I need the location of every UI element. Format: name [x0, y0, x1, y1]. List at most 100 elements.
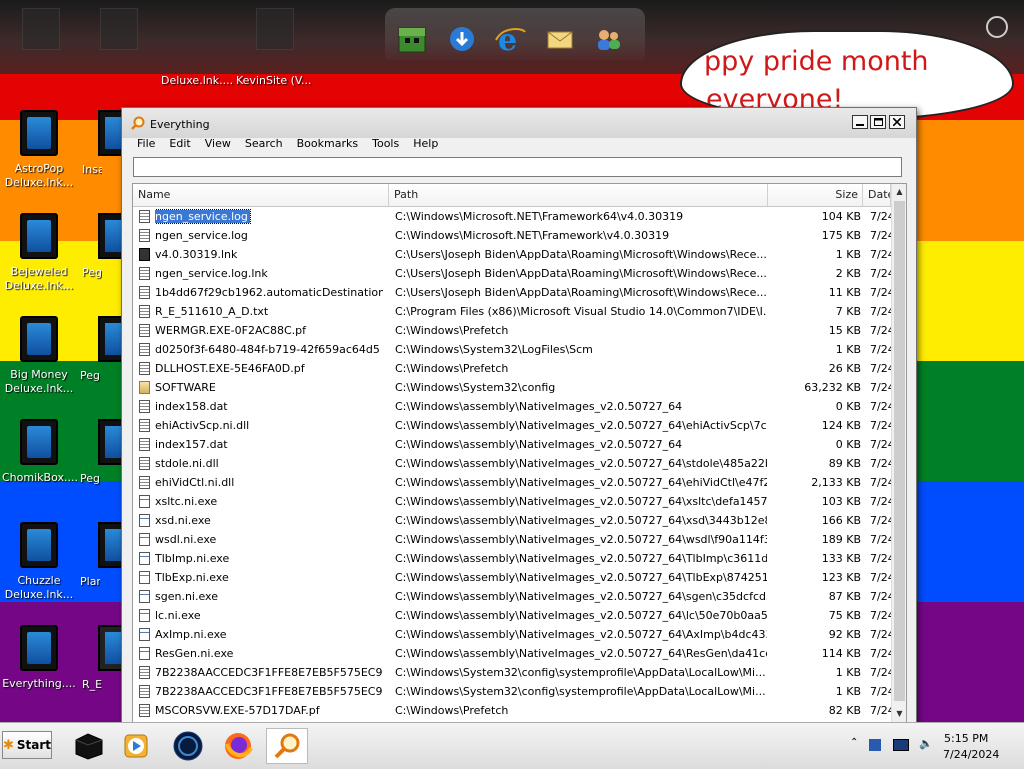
table-row[interactable]: ResGen.ni.exe C:\Windows\assembly\NativeI…	[133, 644, 906, 663]
table-row[interactable]: MSCORSVW.EXE-57D17DAF.pf C:\Windows\Prefe…	[133, 701, 906, 720]
table-row[interactable]: AxImp.ni.exe C:\Windows\assembly\NativeIm…	[133, 625, 906, 644]
menu-view[interactable]: View	[198, 136, 238, 154]
title-bar[interactable]: Everything	[122, 108, 916, 138]
cell-name: stdole.ni.dll	[155, 457, 219, 470]
cell-date: 7/24	[870, 704, 892, 717]
table-row[interactable]: v4.0.30319.lnk C:\Users\Joseph Biden\AppD…	[133, 245, 906, 264]
desktop-icon[interactable]: Chuzzle Deluxe.lnk...	[2, 522, 76, 602]
desktop-icon-label: ChomikBox....	[2, 471, 78, 484]
close-button[interactable]	[889, 115, 905, 129]
table-row[interactable]: ngen_service.log.lnk C:\Users\Joseph Bide…	[133, 264, 906, 283]
table-row[interactable]: index157.dat C:\Windows\assembly\NativeIm…	[133, 435, 906, 454]
cell-size: 1 KB	[835, 685, 861, 698]
mail-icon[interactable]	[543, 22, 577, 56]
terminal-icon[interactable]	[70, 728, 106, 764]
cell-name: ehiActivScp.ni.dll	[155, 419, 250, 432]
maximize-button[interactable]	[870, 115, 886, 129]
cell-path: C:\Windows\assembly\NativeImages_v2.0.50…	[395, 571, 767, 584]
table-row[interactable]: d0250f3f-6480-484f-b719-42f659ac64d5 C:\W…	[133, 340, 906, 359]
cell-name: AxImp.ni.exe	[155, 628, 227, 641]
scroll-up-arrow-icon[interactable]: ▲	[892, 184, 906, 199]
internet-explorer-icon[interactable]: e	[493, 22, 527, 56]
network-share-icon[interactable]	[869, 739, 881, 751]
table-row[interactable]: xsd.ni.exe C:\Windows\assembly\NativeImag…	[133, 511, 906, 530]
clock-date[interactable]: 7/24/2024	[943, 748, 999, 761]
cell-size: 114 KB	[821, 647, 861, 660]
table-row[interactable]: WERMGR.EXE-0F2AC88C.pf C:\Windows\Prefetc…	[133, 321, 906, 340]
minecraft-icon[interactable]	[395, 22, 429, 56]
show-hidden-icons-icon[interactable]: ⌃	[850, 737, 858, 748]
top-bar-menu-icon[interactable]	[986, 16, 1008, 38]
internet-download-icon[interactable]	[445, 22, 479, 56]
menu-help[interactable]: Help	[406, 136, 445, 154]
menu-edit[interactable]: Edit	[162, 136, 197, 154]
menu-file[interactable]: File	[130, 136, 162, 154]
table-row[interactable]: index158.dat C:\Windows\assembly\NativeIm…	[133, 397, 906, 416]
table-row[interactable]: xsltc.ni.exe C:\Windows\assembly\NativeIm…	[133, 492, 906, 511]
cell-name: MSCORSVW.EXE-57D17DAF.pf	[155, 704, 320, 717]
column-header-name[interactable]: Name	[133, 184, 389, 206]
table-row[interactable]: R_E_511610_A_D.txt C:\Program Files (x86)…	[133, 302, 906, 321]
scroll-thumb[interactable]	[894, 201, 905, 701]
table-row[interactable]: stdole.ni.dll C:\Windows\assembly\NativeI…	[133, 454, 906, 473]
start-button[interactable]: ✱ Start	[2, 731, 52, 759]
minimize-button[interactable]	[852, 115, 868, 129]
column-header-size[interactable]: Size	[768, 184, 863, 206]
column-header-path[interactable]: Path	[389, 184, 768, 206]
table-row[interactable]: SOFTWARE C:\Windows\System32\config 63,232…	[133, 378, 906, 397]
desktop-icon-label: Chuzzle Deluxe.lnk...	[4, 574, 74, 601]
table-row[interactable]: TlbImp.ni.exe C:\Windows\assembly\NativeI…	[133, 549, 906, 568]
table-row[interactable]: ngen_service.log C:\Windows\Microsoft.NET…	[133, 226, 906, 245]
desktop-icon[interactable]: ChomikBox....	[2, 419, 78, 485]
table-row[interactable]: TlbExp.ni.exe C:\Windows\assembly\NativeI…	[133, 568, 906, 587]
everything-search-icon[interactable]	[266, 728, 308, 764]
table-row[interactable]: ngen_service.log C:\Windows\Microsoft.NET…	[133, 207, 906, 226]
results-list[interactable]: Name Path Size Date ngen_service.log C:\W…	[132, 183, 907, 723]
table-row[interactable]: 1b4dd67f29cb1962.automaticDestinations..…	[133, 283, 906, 302]
cell-date: 7/24	[870, 362, 892, 375]
desktop-icon[interactable]: AstroPop Deluxe.lnk...	[2, 110, 76, 190]
column-header-date[interactable]: Date	[863, 184, 891, 206]
volume-icon[interactable]: 🔈	[919, 737, 933, 750]
cell-size: 87 KB	[828, 590, 861, 603]
menu-bookmarks[interactable]: Bookmarks	[290, 136, 365, 154]
table-row[interactable]: sgen.ni.exe C:\Windows\assembly\NativeIma…	[133, 587, 906, 606]
desktop-icon[interactable]: Bejeweled Deluxe.lnk...	[2, 213, 76, 293]
cell-path: C:\Windows\assembly\NativeImages_v2.0.50…	[395, 419, 767, 432]
cell-date: 7/24	[870, 476, 892, 489]
executable-file-icon	[139, 514, 150, 527]
table-row[interactable]: 7B2238AACCEDC3F1FFE8E7EB5F575EC9 C:\Windo…	[133, 663, 906, 682]
menu-tools[interactable]: Tools	[365, 136, 406, 154]
desktop-icon-ghost[interactable]	[256, 8, 294, 50]
cell-size: 26 KB	[828, 362, 861, 375]
table-row[interactable]: ehiActivScp.ni.dll C:\Windows\assembly\Na…	[133, 416, 906, 435]
table-row[interactable]: 7B2238AACCEDC3F1FFE8E7EB5F575EC9 C:\Windo…	[133, 682, 906, 701]
table-row[interactable]: wsdl.ni.exe C:\Windows\assembly\NativeIma…	[133, 530, 906, 549]
desktop-icon-ghost[interactable]	[100, 8, 138, 50]
desktop-icon[interactable]: Everything....	[2, 625, 76, 691]
executable-file-icon	[139, 495, 150, 508]
vertical-scrollbar[interactable]: ▲ ▼	[891, 184, 906, 723]
table-row[interactable]: ehiVidCtl.ni.dll C:\Windows\assembly\Nati…	[133, 473, 906, 492]
cell-name: ngen_service.log	[155, 207, 383, 226]
monitor-icon[interactable]	[893, 739, 909, 751]
cell-date: 7/24	[870, 305, 892, 318]
cell-size: 0 KB	[835, 438, 861, 451]
table-row[interactable]: DLLHOST.EXE-5E46FA0D.pf C:\Windows\Prefet…	[133, 359, 906, 378]
table-row[interactable]: lc.ni.exe C:\Windows\assembly\NativeImage…	[133, 606, 906, 625]
earth-icon[interactable]	[170, 728, 206, 764]
executable-file-icon	[139, 533, 150, 546]
users-icon[interactable]	[591, 22, 625, 56]
document-file-icon	[139, 324, 150, 337]
menu-search[interactable]: Search	[238, 136, 290, 154]
desktop-icon-ghost[interactable]	[22, 8, 60, 50]
executable-file-icon	[139, 552, 150, 565]
desktop-icon[interactable]: Big Money Deluxe.lnk...	[2, 316, 76, 396]
cell-path: C:\Users\Joseph Biden\AppData\Roaming\Mi…	[395, 267, 767, 280]
media-player-icon[interactable]	[118, 728, 154, 764]
firefox-icon[interactable]	[220, 728, 256, 764]
clock-time[interactable]: 5:15 PM	[944, 732, 988, 745]
document-file-icon	[139, 267, 150, 280]
search-input[interactable]	[133, 157, 902, 177]
scroll-down-arrow-icon[interactable]: ▼	[892, 706, 906, 721]
